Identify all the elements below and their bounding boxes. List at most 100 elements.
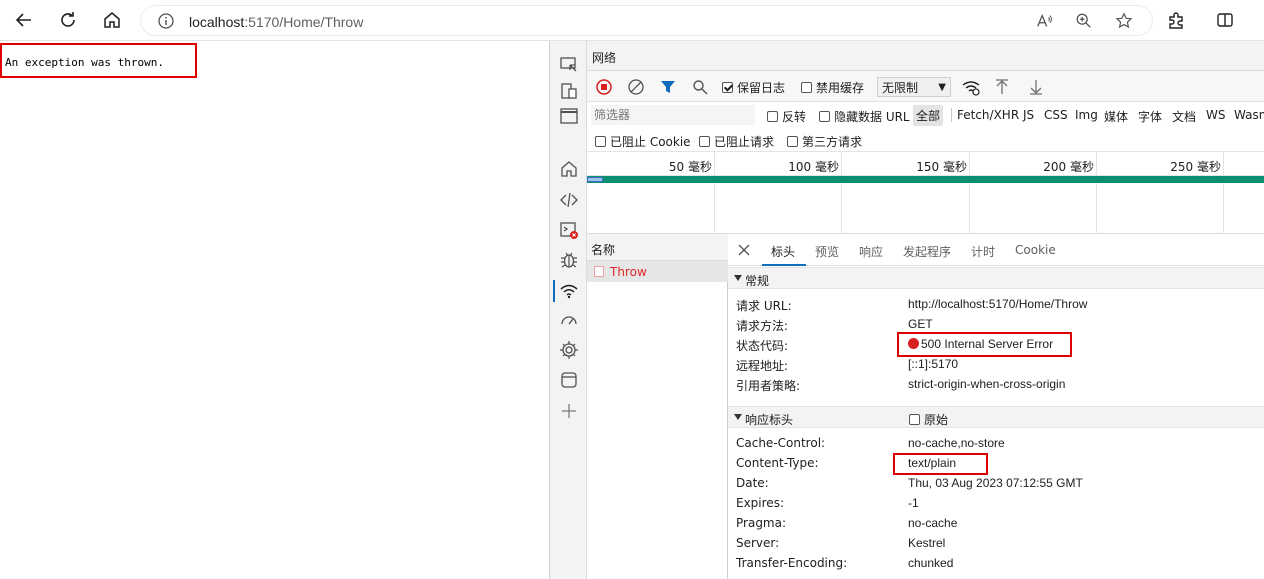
checkbox-checked-icon[interactable] bbox=[722, 81, 733, 93]
raw-headers-checkbox[interactable]: 原始 bbox=[909, 411, 948, 428]
favorite-icon[interactable] bbox=[1113, 11, 1135, 31]
device-emulation-icon[interactable] bbox=[558, 80, 579, 101]
tab-preview[interactable]: 预览 bbox=[815, 243, 839, 260]
timeline-gridline bbox=[841, 152, 842, 234]
tab-headers[interactable]: 标头 bbox=[771, 243, 795, 260]
header-key: 请求方法: bbox=[736, 319, 789, 333]
tab-cookies[interactable]: Cookie bbox=[1015, 243, 1056, 257]
type-filter-css[interactable]: CSS bbox=[1044, 108, 1068, 122]
checkbox-icon[interactable] bbox=[767, 111, 778, 122]
checkbox-icon[interactable] bbox=[595, 136, 606, 147]
disable-cache-checkbox[interactable]: 禁用缓存 bbox=[801, 77, 864, 97]
type-filter-all[interactable]: 全部 bbox=[913, 105, 944, 126]
response-headers-title: 响应标头 bbox=[745, 413, 794, 427]
raw-label: 原始 bbox=[924, 413, 949, 427]
timeline-request-bar bbox=[587, 176, 1264, 183]
tab-initiator[interactable]: 发起程序 bbox=[903, 243, 951, 260]
zoom-icon[interactable] bbox=[1073, 11, 1095, 31]
url-text[interactable]: localhost:5170/Home/Throw bbox=[189, 14, 363, 30]
header-value: -1 bbox=[908, 496, 919, 510]
invert-checkbox[interactable]: 反转 bbox=[767, 108, 806, 125]
devtools-panel: 网络 保留日志 禁用缓存 无限制 ▼ 筛选器 反转 隐藏数据 URL 全部 Fe… bbox=[549, 41, 1264, 579]
collapse-triangle-icon[interactable] bbox=[734, 275, 742, 281]
search-icon[interactable] bbox=[691, 77, 709, 97]
type-filter-doc[interactable]: 文档 bbox=[1172, 108, 1196, 125]
address-bar[interactable]: localhost:5170/Home/Throw bbox=[140, 5, 1153, 36]
network-toolbar: 保留日志 禁用缓存 无限制 ▼ bbox=[587, 71, 1264, 102]
request-details: 标头 预览 响应 发起程序 计时 Cookie 常规 请求 URL: http:… bbox=[728, 234, 1264, 579]
browser-toolbar: localhost:5170/Home/Throw bbox=[0, 0, 1264, 41]
filter-funnel-icon[interactable] bbox=[659, 77, 677, 97]
performance-gauge-icon[interactable] bbox=[558, 309, 579, 330]
tab-timing[interactable]: 计时 bbox=[971, 243, 995, 260]
checkbox-icon[interactable] bbox=[801, 81, 812, 93]
collapse-triangle-icon[interactable] bbox=[734, 414, 742, 420]
blocked-requests-checkbox[interactable]: 已阻止请求 bbox=[699, 133, 774, 150]
timeline-tick-label: 250 毫秒 bbox=[1170, 160, 1221, 174]
memory-chip-icon[interactable] bbox=[558, 339, 579, 360]
back-icon[interactable] bbox=[9, 6, 39, 34]
throttle-select[interactable]: 无限制 ▼ bbox=[877, 77, 951, 97]
checkbox-icon[interactable] bbox=[819, 111, 830, 122]
document-icon bbox=[594, 266, 604, 277]
record-stop-icon[interactable] bbox=[595, 77, 613, 97]
debugger-bug-icon[interactable] bbox=[558, 249, 579, 270]
panel-title: 网络 bbox=[592, 51, 617, 65]
response-headers-section-header[interactable]: 响应标头 原始 bbox=[728, 406, 1264, 428]
hide-data-urls-checkbox[interactable]: 隐藏数据 URL bbox=[819, 108, 910, 125]
timeline-tick-label: 50 毫秒 bbox=[668, 160, 712, 174]
refresh-icon[interactable] bbox=[53, 6, 83, 34]
type-filter-img[interactable]: Img bbox=[1075, 108, 1098, 122]
welcome-home-icon[interactable] bbox=[558, 158, 579, 179]
close-icon[interactable] bbox=[736, 242, 752, 258]
type-filter-font[interactable]: 字体 bbox=[1138, 108, 1162, 125]
type-filter-media[interactable]: 媒体 bbox=[1104, 108, 1128, 125]
export-download-icon[interactable] bbox=[1027, 77, 1045, 97]
clear-icon[interactable] bbox=[627, 77, 645, 97]
split-screen-icon[interactable] bbox=[1210, 6, 1240, 34]
request-row[interactable]: Throw bbox=[587, 261, 728, 282]
header-key: Server: bbox=[736, 536, 780, 550]
info-icon[interactable] bbox=[156, 11, 176, 31]
request-list-header[interactable]: 名称 bbox=[587, 234, 728, 261]
url-path: :5170/Home/Throw bbox=[244, 14, 364, 30]
type-filter-js[interactable]: JS bbox=[1023, 108, 1034, 122]
home-icon[interactable] bbox=[97, 6, 127, 34]
console-error-icon[interactable] bbox=[558, 219, 579, 240]
header-key: Pragma: bbox=[736, 516, 787, 530]
preserve-log-checkbox[interactable]: 保留日志 bbox=[722, 77, 785, 97]
window-icon[interactable] bbox=[558, 105, 579, 126]
checkbox-icon[interactable] bbox=[909, 414, 920, 425]
network-timeline-overview[interactable]: 50 毫秒 100 毫秒 150 毫秒 200 毫秒 250 毫秒 bbox=[587, 152, 1264, 234]
elements-icon[interactable] bbox=[558, 189, 579, 210]
network-panel-header: 网络 bbox=[587, 41, 1264, 71]
general-section-header[interactable]: 常规 bbox=[728, 267, 1264, 289]
third-party-checkbox[interactable]: 第三方请求 bbox=[787, 133, 862, 150]
extensions-icon[interactable] bbox=[1161, 6, 1191, 34]
header-value: no-cache bbox=[908, 516, 958, 530]
header-value: Thu, 03 Aug 2023 07:12:55 GMT bbox=[908, 476, 1083, 490]
checkbox-icon[interactable] bbox=[787, 136, 798, 147]
active-tool-indicator bbox=[553, 280, 555, 302]
application-icon[interactable] bbox=[558, 369, 579, 390]
type-filter-wasm[interactable]: Wasm bbox=[1234, 108, 1264, 122]
import-upload-icon[interactable] bbox=[993, 77, 1011, 97]
network-wifi-icon[interactable] bbox=[558, 280, 579, 301]
network-conditions-icon[interactable] bbox=[962, 77, 980, 97]
filter-input[interactable] bbox=[591, 105, 755, 125]
type-filter-fetch-xhr[interactable]: Fetch/XHR bbox=[957, 108, 1019, 122]
add-tool-plus-icon[interactable] bbox=[558, 400, 579, 421]
header-key: Transfer-Encoding: bbox=[736, 556, 848, 570]
inspect-icon[interactable] bbox=[558, 54, 579, 75]
type-filter-ws[interactable]: WS bbox=[1206, 108, 1225, 122]
header-value: Kestrel bbox=[908, 536, 946, 550]
request-name: Throw bbox=[610, 265, 647, 279]
checkbox-icon[interactable] bbox=[699, 136, 710, 147]
timeline-bar-waiting bbox=[587, 177, 603, 182]
blocked-cookies-label: 已阻止 Cookie bbox=[610, 135, 691, 149]
tab-response[interactable]: 响应 bbox=[859, 243, 883, 260]
invert-label: 反转 bbox=[782, 110, 807, 124]
blocked-cookies-checkbox[interactable]: 已阻止 Cookie bbox=[595, 133, 691, 150]
highlight-box bbox=[893, 453, 988, 475]
read-aloud-icon[interactable] bbox=[1033, 11, 1055, 31]
